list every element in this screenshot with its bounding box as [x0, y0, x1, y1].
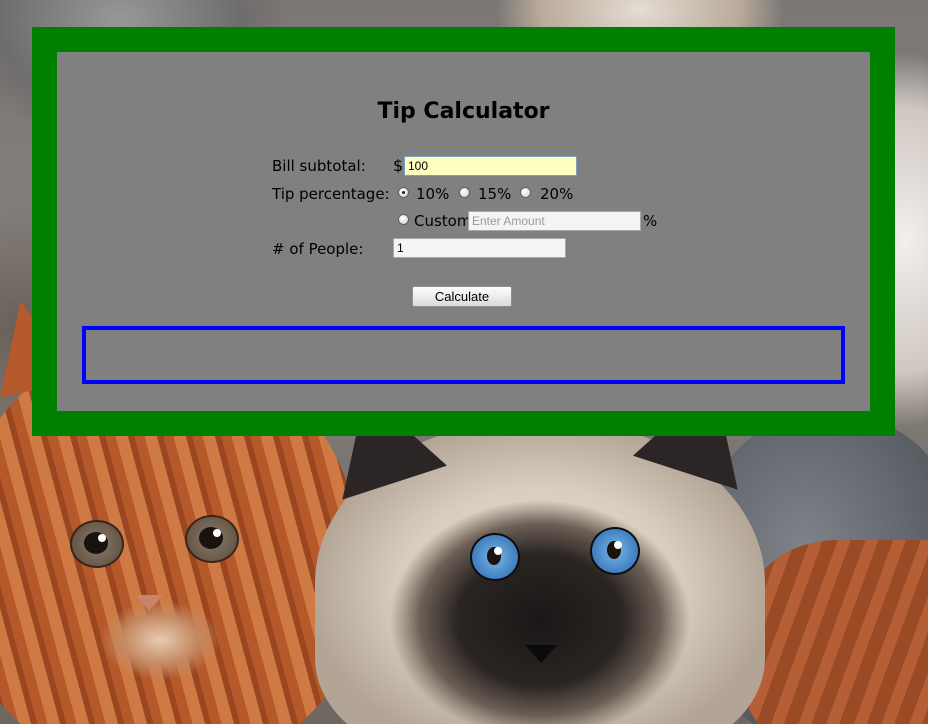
- bill-subtotal-label: Bill subtotal:: [272, 157, 366, 175]
- siamese-kitten-image: [313, 365, 767, 724]
- eye-glint: [494, 547, 502, 555]
- tip-custom-radio[interactable]: [398, 214, 409, 225]
- tip-10-label[interactable]: 10%: [416, 185, 449, 203]
- tip-10-radio[interactable]: [398, 187, 409, 198]
- calculate-button[interactable]: Calculate: [412, 286, 512, 307]
- eye-glint: [98, 534, 106, 542]
- tip-15-radio[interactable]: [459, 187, 470, 198]
- ginger-kitten-nose: [135, 595, 163, 611]
- page-title: Tip Calculator: [377, 99, 550, 124]
- bill-subtotal-input[interactable]: [404, 156, 577, 176]
- result-box: [82, 326, 845, 384]
- eye-glint: [213, 529, 221, 537]
- siamese-kitten-eye: [590, 527, 640, 575]
- tip-15-label[interactable]: 15%: [478, 185, 511, 203]
- percent-unit-label: %: [643, 212, 658, 230]
- people-input[interactable]: [393, 238, 566, 258]
- currency-symbol: $: [393, 156, 404, 175]
- people-label: # of People:: [272, 240, 364, 258]
- siamese-kitten-eye: [470, 533, 520, 581]
- tip-20-radio[interactable]: [520, 187, 531, 198]
- custom-tip-input[interactable]: [468, 211, 641, 231]
- red-kitten-image: [740, 540, 928, 724]
- calculator-panel: Tip Calculator Bill subtotal: $ Tip perc…: [57, 52, 870, 411]
- tip-20-label[interactable]: 20%: [540, 185, 573, 203]
- ginger-kitten-eye: [185, 515, 239, 563]
- calculator-frame: Tip Calculator Bill subtotal: $ Tip perc…: [32, 27, 895, 436]
- eye-glint: [614, 541, 622, 549]
- tip-percentage-label: Tip percentage:: [272, 185, 390, 203]
- ginger-kitten-eye: [70, 520, 124, 568]
- siamese-kitten-nose: [525, 645, 557, 663]
- tip-custom-label[interactable]: Custom: [414, 212, 471, 230]
